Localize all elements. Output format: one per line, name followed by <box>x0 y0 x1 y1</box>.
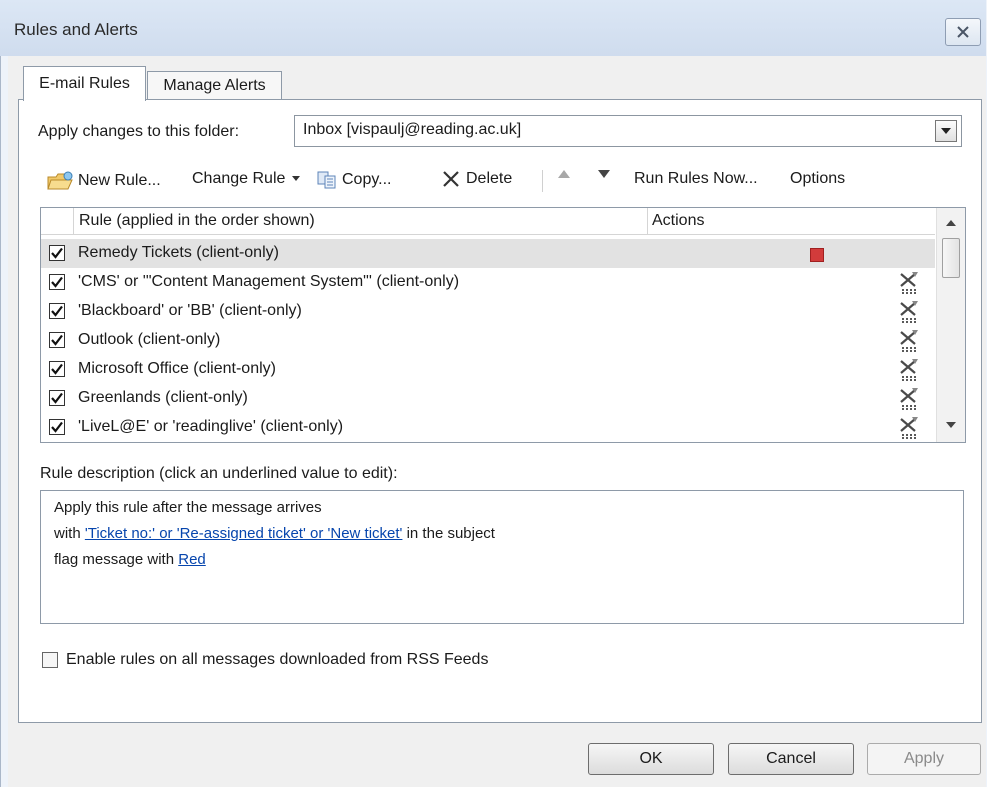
folder-label: Apply changes to this folder: <box>38 123 240 140</box>
cancel-label: Cancel <box>766 750 816 767</box>
tab-manage-alerts-label: Manage Alerts <box>163 77 266 94</box>
chevron-down-icon <box>292 176 301 181</box>
description-line: Apply this rule after the message arrive… <box>54 499 322 516</box>
scroll-up-icon[interactable] <box>944 218 958 228</box>
delete-label: Delete <box>466 170 513 187</box>
column-rule[interactable]: Rule (applied in the order shown) <box>79 212 315 230</box>
rules-list-scrollbar[interactable] <box>936 208 965 442</box>
title-bar[interactable] <box>0 0 986 56</box>
rule-enabled-checkbox[interactable] <box>49 419 65 435</box>
column-divider <box>647 208 648 234</box>
scrollbar-thumb[interactable] <box>942 238 960 278</box>
change-rule-label: Change Rule <box>192 170 286 187</box>
tab-email-rules-label: E-mail Rules <box>39 75 130 92</box>
rule-name: 'Blackboard' or 'BB' (client-only) <box>78 302 302 319</box>
move-down-button[interactable] <box>598 170 610 178</box>
rule-row[interactable]: 'LiveL@E' or 'readinglive' (client-only) <box>41 413 935 442</box>
rules-list-header: Rule (applied in the order shown) Action… <box>41 208 935 235</box>
delete-icon <box>443 171 459 187</box>
close-button[interactable] <box>945 18 981 46</box>
rule-row[interactable]: 'CMS' or '"Content Management System"' (… <box>41 268 935 297</box>
arrow-up-icon <box>558 170 570 178</box>
rule-name: Greenlands (client-only) <box>78 389 248 406</box>
arrow-down-icon <box>598 170 610 178</box>
rule-enabled-checkbox[interactable] <box>49 245 65 261</box>
apply-button[interactable]: Apply <box>867 743 981 775</box>
copy-label: Copy... <box>342 171 392 188</box>
rule-row[interactable]: Microsoft Office (client-only) <box>41 355 935 384</box>
rule-enabled-checkbox[interactable] <box>49 390 65 406</box>
description-text: in the subject <box>402 525 495 542</box>
move-to-folder-icon <box>900 388 918 410</box>
move-to-folder-icon <box>900 272 918 294</box>
rule-enabled-checkbox[interactable] <box>49 274 65 290</box>
rule-enabled-checkbox[interactable] <box>49 303 65 319</box>
tab-email-rules[interactable]: E-mail Rules <box>23 66 146 101</box>
move-up-button[interactable] <box>558 170 570 178</box>
move-to-folder-icon <box>900 301 918 323</box>
new-rule-icon <box>47 171 73 190</box>
move-to-folder-icon <box>900 330 918 352</box>
cancel-button[interactable]: Cancel <box>728 743 854 775</box>
rules-toolbar: New Rule... Change Rule Copy... Delete R… <box>46 170 866 198</box>
chevron-down-icon[interactable] <box>935 120 957 142</box>
rule-row[interactable]: Remedy Tickets (client-only) <box>41 239 935 268</box>
rule-row[interactable]: 'Blackboard' or 'BB' (client-only) <box>41 297 935 326</box>
options-label: Options <box>790 170 846 187</box>
flag-red-icon <box>810 248 824 262</box>
rules-list[interactable]: Rule (applied in the order shown) Action… <box>40 207 966 443</box>
rule-name: Outlook (client-only) <box>78 331 221 348</box>
description-text: flag message with <box>54 551 179 568</box>
new-rule-label: New Rule... <box>78 172 161 189</box>
apply-label: Apply <box>903 750 945 767</box>
run-rules-now-button[interactable]: Run Rules Now... <box>634 170 758 188</box>
rss-rules-checkbox[interactable] <box>42 652 58 668</box>
rule-description-label: Rule description (click an underlined va… <box>40 465 398 482</box>
rss-rules-option[interactable]: Enable rules on all messages downloaded … <box>42 651 488 669</box>
copy-button[interactable]: Copy... <box>316 170 392 190</box>
column-divider <box>73 208 74 234</box>
move-to-folder-icon <box>900 417 918 439</box>
description-text: with <box>54 525 85 542</box>
copy-icon <box>317 171 336 189</box>
scroll-down-icon[interactable] <box>944 420 958 430</box>
rule-row[interactable]: Outlook (client-only) <box>41 326 935 355</box>
tab-manage-alerts[interactable]: Manage Alerts <box>147 71 282 100</box>
rule-description-box: Apply this rule after the message arrive… <box>40 490 964 624</box>
toolbar-separator <box>542 170 543 192</box>
run-rules-now-label: Run Rules Now... <box>634 170 758 187</box>
close-icon <box>957 26 969 38</box>
rule-name: 'CMS' or '"Content Management System"' (… <box>78 273 460 290</box>
rule-row[interactable]: Greenlands (client-only) <box>41 384 935 413</box>
change-rule-button[interactable]: Change Rule <box>192 170 301 188</box>
move-to-folder-icon <box>900 359 918 381</box>
rule-enabled-checkbox[interactable] <box>49 361 65 377</box>
rule-name: Remedy Tickets (client-only) <box>78 244 279 261</box>
folder-value: Inbox [vispaulj@reading.ac.uk] <box>303 121 522 138</box>
ok-button[interactable]: OK <box>588 743 714 775</box>
subject-words-link[interactable]: 'Ticket no:' or 'Re-assigned ticket' or … <box>85 525 403 542</box>
options-button[interactable]: Options <box>790 170 845 188</box>
column-actions[interactable]: Actions <box>652 212 704 230</box>
description-line: with 'Ticket no:' or 'Re-assigned ticket… <box>54 525 495 542</box>
folder-dropdown[interactable]: Inbox [vispaulj@reading.ac.uk] <box>294 115 962 147</box>
delete-button[interactable]: Delete <box>442 170 512 188</box>
ok-label: OK <box>639 750 663 767</box>
rule-enabled-checkbox[interactable] <box>49 332 65 348</box>
rss-rules-label: Enable rules on all messages downloaded … <box>66 651 489 668</box>
rule-name: 'LiveL@E' or 'readinglive' (client-only) <box>78 418 344 435</box>
flag-color-link[interactable]: Red <box>178 551 206 568</box>
rule-name: Microsoft Office (client-only) <box>78 360 276 377</box>
description-line: flag message with Red <box>54 551 206 568</box>
new-rule-button[interactable]: New Rule... <box>46 170 161 192</box>
dialog-title: Rules and Alerts <box>14 20 138 39</box>
